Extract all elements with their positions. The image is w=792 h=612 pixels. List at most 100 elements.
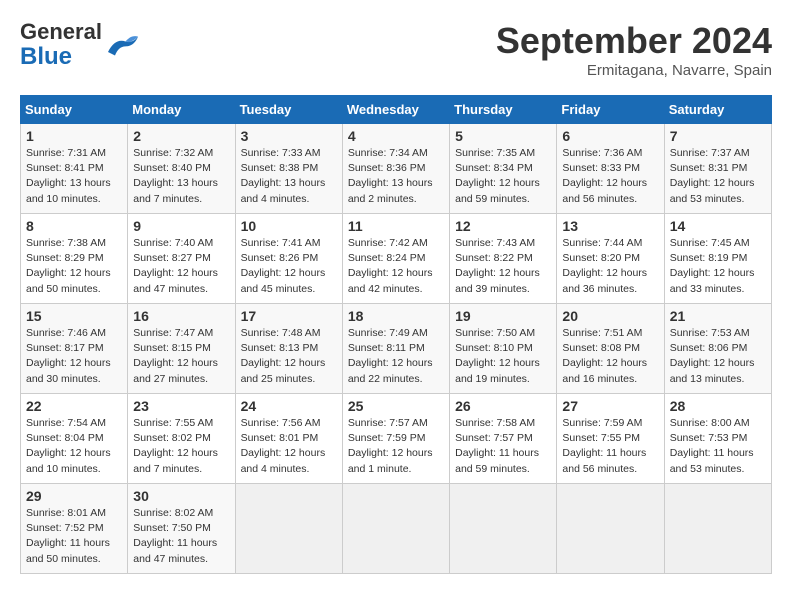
- day-info: Sunrise: 7:42 AM Sunset: 8:24 PM Dayligh…: [348, 236, 444, 297]
- day-info: Sunrise: 8:00 AM Sunset: 7:53 PM Dayligh…: [670, 416, 766, 477]
- calendar-cell: 3 Sunrise: 7:33 AM Sunset: 8:38 PM Daylig…: [235, 124, 342, 214]
- day-number: 21: [670, 308, 766, 324]
- day-info: Sunrise: 7:34 AM Sunset: 8:36 PM Dayligh…: [348, 146, 444, 207]
- calendar-cell: 11 Sunrise: 7:42 AM Sunset: 8:24 PM Dayli…: [342, 214, 449, 304]
- calendar-cell: 24 Sunrise: 7:56 AM Sunset: 8:01 PM Dayli…: [235, 394, 342, 484]
- day-info: Sunrise: 7:54 AM Sunset: 8:04 PM Dayligh…: [26, 416, 122, 477]
- calendar-cell: 23 Sunrise: 7:55 AM Sunset: 8:02 PM Dayli…: [128, 394, 235, 484]
- day-number: 29: [26, 488, 122, 504]
- calendar-cell: 14 Sunrise: 7:45 AM Sunset: 8:19 PM Dayli…: [664, 214, 771, 304]
- day-info: Sunrise: 7:47 AM Sunset: 8:15 PM Dayligh…: [133, 326, 229, 387]
- calendar-cell: 12 Sunrise: 7:43 AM Sunset: 8:22 PM Dayli…: [450, 214, 557, 304]
- day-number: 20: [562, 308, 658, 324]
- day-number: 30: [133, 488, 229, 504]
- col-friday: Friday: [557, 96, 664, 124]
- day-number: 17: [241, 308, 337, 324]
- day-info: Sunrise: 7:33 AM Sunset: 8:38 PM Dayligh…: [241, 146, 337, 207]
- day-number: 24: [241, 398, 337, 414]
- calendar-cell: 30Sunrise: 8:02 AM Sunset: 7:50 PM Dayli…: [128, 484, 235, 574]
- calendar-cell: 5Sunrise: 7:35 AM Sunset: 8:34 PM Daylig…: [450, 124, 557, 214]
- calendar-row: 15 Sunrise: 7:46 AM Sunset: 8:17 PM Dayli…: [21, 304, 772, 394]
- calendar-cell: [342, 484, 449, 574]
- header-row: Sunday Monday Tuesday Wednesday Thursday…: [21, 96, 772, 124]
- calendar-cell: 4 Sunrise: 7:34 AM Sunset: 8:36 PM Daylig…: [342, 124, 449, 214]
- day-number: 18: [348, 308, 444, 324]
- day-info: Sunrise: 8:01 AM Sunset: 7:52 PM Dayligh…: [26, 506, 122, 567]
- calendar-cell: [664, 484, 771, 574]
- day-number: 25: [348, 398, 444, 414]
- day-number: 13: [562, 218, 658, 234]
- calendar-cell: 22 Sunrise: 7:54 AM Sunset: 8:04 PM Dayli…: [21, 394, 128, 484]
- day-info: Sunrise: 7:58 AM Sunset: 7:57 PM Dayligh…: [455, 416, 551, 477]
- col-wednesday: Wednesday: [342, 96, 449, 124]
- day-info: Sunrise: 7:51 AM Sunset: 8:08 PM Dayligh…: [562, 326, 658, 387]
- day-number: 27: [562, 398, 658, 414]
- location-subtitle: Ermitagana, Navarre, Spain: [496, 62, 772, 79]
- calendar-row: 29 Sunrise: 8:01 AM Sunset: 7:52 PM Dayli…: [21, 484, 772, 574]
- calendar-cell: [235, 484, 342, 574]
- day-number: 14: [670, 218, 766, 234]
- title-block: September 2024 Ermitagana, Navarre, Spai…: [496, 20, 772, 79]
- calendar-row: 8 Sunrise: 7:38 AM Sunset: 8:29 PM Daylig…: [21, 214, 772, 304]
- day-number: 26: [455, 398, 551, 414]
- col-thursday: Thursday: [450, 96, 557, 124]
- col-sunday: Sunday: [21, 96, 128, 124]
- calendar-row: 1 Sunrise: 7:31 AM Sunset: 8:41 PM Daylig…: [21, 124, 772, 214]
- day-info: Sunrise: 7:36 AM Sunset: 8:33 PM Dayligh…: [562, 146, 658, 207]
- calendar-cell: 20 Sunrise: 7:51 AM Sunset: 8:08 PM Dayli…: [557, 304, 664, 394]
- logo-bird-icon: [104, 31, 140, 59]
- calendar-cell: [557, 484, 664, 574]
- calendar-cell: 29 Sunrise: 8:01 AM Sunset: 7:52 PM Dayli…: [21, 484, 128, 574]
- calendar-table: Sunday Monday Tuesday Wednesday Thursday…: [20, 95, 772, 574]
- day-number: 6: [562, 128, 658, 144]
- calendar-cell: 16 Sunrise: 7:47 AM Sunset: 8:15 PM Dayli…: [128, 304, 235, 394]
- calendar-cell: 7Sunrise: 7:37 AM Sunset: 8:31 PM Daylig…: [664, 124, 771, 214]
- day-number: 12: [455, 218, 551, 234]
- day-info: Sunrise: 7:56 AM Sunset: 8:01 PM Dayligh…: [241, 416, 337, 477]
- calendar-cell: 15 Sunrise: 7:46 AM Sunset: 8:17 PM Dayli…: [21, 304, 128, 394]
- day-number: 3: [241, 128, 337, 144]
- day-number: 2: [133, 128, 229, 144]
- day-number: 8: [26, 218, 122, 234]
- logo-text: General Blue: [20, 20, 102, 71]
- day-info: Sunrise: 7:59 AM Sunset: 7:55 PM Dayligh…: [562, 416, 658, 477]
- calendar-cell: 8 Sunrise: 7:38 AM Sunset: 8:29 PM Daylig…: [21, 214, 128, 304]
- day-info: Sunrise: 7:48 AM Sunset: 8:13 PM Dayligh…: [241, 326, 337, 387]
- calendar-cell: 17 Sunrise: 7:48 AM Sunset: 8:13 PM Dayli…: [235, 304, 342, 394]
- day-number: 15: [26, 308, 122, 324]
- day-number: 11: [348, 218, 444, 234]
- calendar-cell: 6 Sunrise: 7:36 AM Sunset: 8:33 PM Daylig…: [557, 124, 664, 214]
- day-info: Sunrise: 7:49 AM Sunset: 8:11 PM Dayligh…: [348, 326, 444, 387]
- day-info: Sunrise: 7:45 AM Sunset: 8:19 PM Dayligh…: [670, 236, 766, 297]
- col-tuesday: Tuesday: [235, 96, 342, 124]
- day-info: Sunrise: 7:38 AM Sunset: 8:29 PM Dayligh…: [26, 236, 122, 297]
- day-number: 28: [670, 398, 766, 414]
- day-info: Sunrise: 7:31 AM Sunset: 8:41 PM Dayligh…: [26, 146, 122, 207]
- day-number: 10: [241, 218, 337, 234]
- day-info: Sunrise: 7:32 AM Sunset: 8:40 PM Dayligh…: [133, 146, 229, 207]
- day-info: Sunrise: 7:55 AM Sunset: 8:02 PM Dayligh…: [133, 416, 229, 477]
- day-number: 5: [455, 128, 551, 144]
- calendar-cell: 13Sunrise: 7:44 AM Sunset: 8:20 PM Dayli…: [557, 214, 664, 304]
- calendar-cell: 25Sunrise: 7:57 AM Sunset: 7:59 PM Dayli…: [342, 394, 449, 484]
- day-number: 9: [133, 218, 229, 234]
- day-info: Sunrise: 7:40 AM Sunset: 8:27 PM Dayligh…: [133, 236, 229, 297]
- day-number: 19: [455, 308, 551, 324]
- day-number: 7: [670, 128, 766, 144]
- calendar-cell: 18 Sunrise: 7:49 AM Sunset: 8:11 PM Dayli…: [342, 304, 449, 394]
- calendar-row: 22 Sunrise: 7:54 AM Sunset: 8:04 PM Dayli…: [21, 394, 772, 484]
- day-number: 22: [26, 398, 122, 414]
- calendar-cell: 1 Sunrise: 7:31 AM Sunset: 8:41 PM Daylig…: [21, 124, 128, 214]
- day-number: 4: [348, 128, 444, 144]
- day-info: Sunrise: 7:43 AM Sunset: 8:22 PM Dayligh…: [455, 236, 551, 297]
- logo: General Blue: [20, 20, 140, 71]
- col-saturday: Saturday: [664, 96, 771, 124]
- calendar-cell: 2 Sunrise: 7:32 AM Sunset: 8:40 PM Daylig…: [128, 124, 235, 214]
- calendar-cell: 19Sunrise: 7:50 AM Sunset: 8:10 PM Dayli…: [450, 304, 557, 394]
- day-number: 1: [26, 128, 122, 144]
- day-number: 16: [133, 308, 229, 324]
- day-info: Sunrise: 7:53 AM Sunset: 8:06 PM Dayligh…: [670, 326, 766, 387]
- day-info: Sunrise: 7:46 AM Sunset: 8:17 PM Dayligh…: [26, 326, 122, 387]
- day-number: 23: [133, 398, 229, 414]
- calendar-cell: 10Sunrise: 7:41 AM Sunset: 8:26 PM Dayli…: [235, 214, 342, 304]
